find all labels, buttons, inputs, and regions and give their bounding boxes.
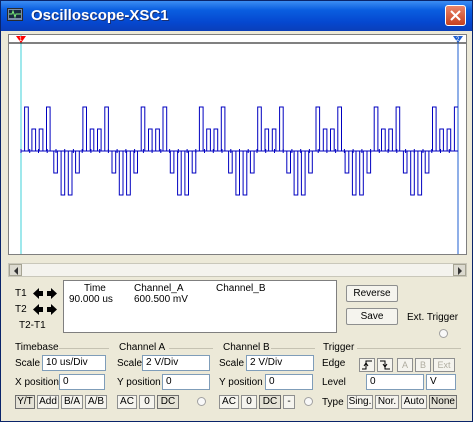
channel-a-group-line <box>169 348 213 349</box>
trigger-source-ext-button[interactable]: Ext <box>433 358 455 372</box>
channel-b-y-position-field[interactable]: 0 <box>265 374 313 390</box>
close-button[interactable] <box>445 5 466 26</box>
t2-t1-label: T2-T1 <box>19 320 46 331</box>
falling-edge-icon <box>380 360 390 370</box>
x-position-field[interactable]: 0 <box>59 374 105 390</box>
readout-header-channel-b: Channel_B <box>216 283 266 294</box>
channel-b-dc-button[interactable]: DC <box>259 395 281 409</box>
readout-header-time: Time <box>84 283 106 294</box>
channel-b-group-line <box>271 348 315 349</box>
channel-a-scale-field[interactable]: 2 V/Div <box>142 355 210 371</box>
mode-yt-button[interactable]: Y/T <box>15 395 35 409</box>
window-title: Oscilloscope-XSC1 <box>31 7 169 24</box>
readout-header-channel-a: Channel_A <box>134 283 184 294</box>
trigger-source-b-button[interactable]: B <box>415 358 431 372</box>
reverse-button[interactable]: Reverse <box>346 285 398 302</box>
channel-a-zero-button[interactable]: 0 <box>139 395 155 409</box>
channel-b-title: Channel B <box>223 342 270 353</box>
rising-edge-button[interactable] <box>359 358 375 372</box>
trigger-single-button[interactable]: Sing. <box>347 395 373 409</box>
rising-edge-icon <box>362 360 372 370</box>
trigger-group-line <box>357 348 461 349</box>
ext-trigger-terminal[interactable] <box>439 329 448 338</box>
scroll-right-button[interactable] <box>453 264 466 276</box>
scroll-right-icon <box>458 267 462 275</box>
channel-b-zero-button[interactable]: 0 <box>241 395 257 409</box>
readout-time-value: 90.000 us <box>69 294 113 305</box>
channel-a-scale-label: Scale <box>117 358 143 369</box>
t1-left-arrow-icon[interactable] <box>33 288 43 299</box>
timebase-scale-label: Scale <box>15 358 41 369</box>
channel-b-y-position-label: Y position <box>219 377 263 388</box>
channel-a-trace <box>21 106 458 196</box>
mode-add-button[interactable]: Add <box>37 395 59 409</box>
trigger-source-a-button[interactable]: A <box>397 358 413 372</box>
mode-ab-button[interactable]: A/B <box>85 395 107 409</box>
t1-arrows[interactable] <box>32 287 58 300</box>
trigger-none-button[interactable]: None <box>429 395 457 409</box>
readout-channel-a-value: 600.500 mV <box>134 294 188 305</box>
trigger-title: Trigger <box>323 342 355 353</box>
channel-a-dc-button[interactable]: DC <box>157 395 179 409</box>
trigger-normal-button[interactable]: Nor. <box>375 395 399 409</box>
horizontal-scrollbar[interactable] <box>8 263 467 277</box>
t2-label: T2 <box>15 304 27 315</box>
channel-a-y-position-field[interactable]: 0 <box>162 374 210 390</box>
t2-right-arrow-icon[interactable] <box>47 304 57 315</box>
oscilloscope-window: Oscilloscope-XSC1 1 2 T1 T2 T2-T1 Time C… <box>0 0 473 422</box>
t2-left-arrow-icon[interactable] <box>33 304 43 315</box>
channel-b-scale-field[interactable]: 2 V/Div <box>246 355 314 371</box>
trigger-edge-label: Edge <box>322 358 346 369</box>
scroll-left-button[interactable] <box>9 264 22 276</box>
t1-right-arrow-icon[interactable] <box>47 288 57 299</box>
save-button[interactable]: Save <box>346 308 398 325</box>
trigger-level-field[interactable]: 0 <box>366 374 424 390</box>
trigger-level-unit[interactable]: V <box>426 374 456 390</box>
timebase-group-line <box>59 348 109 349</box>
t2-arrows[interactable] <box>32 303 58 316</box>
oscilloscope-screen: 1 2 <box>8 34 467 255</box>
measurement-readout: Time Channel_A Channel_B 90.000 us 600.5… <box>63 280 337 333</box>
ext-trigger-label: Ext. Trigger <box>407 312 459 323</box>
timebase-title: Timebase <box>15 342 59 353</box>
channel-a-ac-button[interactable]: AC <box>117 395 137 409</box>
scroll-left-icon <box>14 267 18 275</box>
oscilloscope-app-icon <box>7 8 23 21</box>
trigger-level-label: Level <box>322 377 346 388</box>
trigger-type-label: Type <box>322 397 344 408</box>
trigger-auto-button[interactable]: Auto <box>401 395 427 409</box>
x-position-label: X position <box>15 377 59 388</box>
channel-a-y-position-label: Y position <box>117 377 161 388</box>
falling-edge-button[interactable] <box>377 358 393 372</box>
channel-b-ac-button[interactable]: AC <box>219 395 239 409</box>
t1-label: T1 <box>15 288 27 299</box>
channel-a-title: Channel A <box>119 342 166 353</box>
mode-ba-button[interactable]: B/A <box>61 395 83 409</box>
timebase-scale-field[interactable]: 10 us/Div <box>42 355 106 371</box>
title-bar[interactable]: Oscilloscope-XSC1 <box>1 1 472 31</box>
channel-a-terminal[interactable] <box>197 397 206 406</box>
channel-b-minus-button[interactable]: - <box>283 395 295 409</box>
close-icon <box>450 10 461 21</box>
channel-b-scale-label: Scale <box>219 358 245 369</box>
channel-b-terminal[interactable] <box>304 397 313 406</box>
